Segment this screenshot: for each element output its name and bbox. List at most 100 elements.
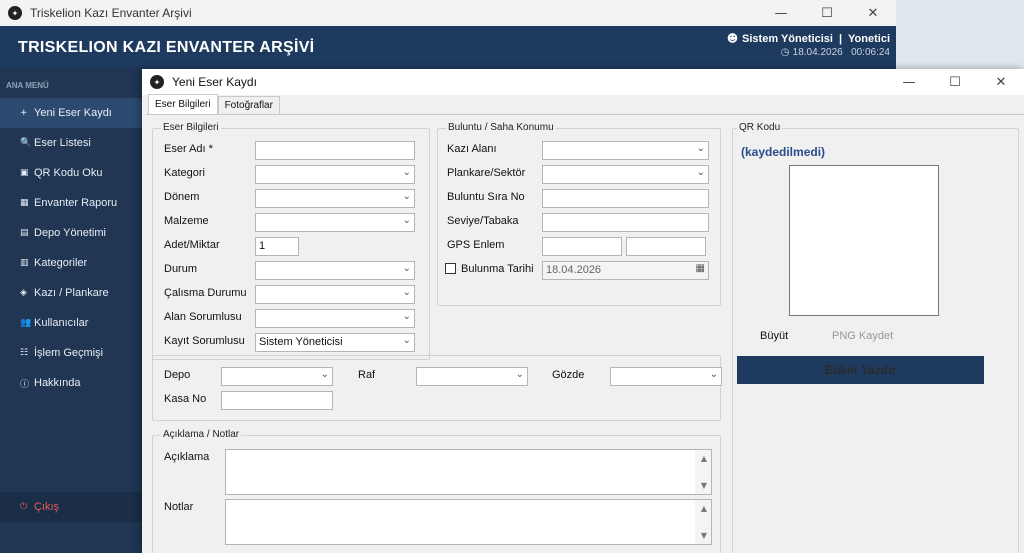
sidebar-item-label: Hakkında xyxy=(34,377,81,389)
sidebar-item-label: Envanter Raporu xyxy=(34,197,118,209)
sidebar-item-label: Kategoriler xyxy=(34,257,88,269)
chevron-down-icon: ⌄ xyxy=(402,215,411,226)
label-kasa-no: Kasa No xyxy=(164,393,207,405)
minimize-icon[interactable]: — xyxy=(758,0,804,26)
label-adet: Adet/Miktar xyxy=(164,239,220,251)
notlar-textarea[interactable]: ▲ ▼ xyxy=(225,499,712,545)
kasa-no-input[interactable] xyxy=(221,391,333,410)
sidebar-item-qr[interactable]: ▣ QR Kodu Oku xyxy=(0,158,142,188)
plus-icon: + xyxy=(20,108,28,118)
sidebar-item-list[interactable]: 🔍 Eser Listesi xyxy=(0,128,142,158)
users-icon: 👥 xyxy=(20,318,32,328)
date-value: 18.04.2026 xyxy=(546,264,602,276)
new-record-dialog: ✦ Yeni Eser Kaydı — ☐ ✕ Eser Bilgileri F… xyxy=(142,69,1024,553)
gozde-select[interactable]: ⌄ xyxy=(610,367,722,386)
scroll-up-icon[interactable]: ▲ xyxy=(701,454,707,463)
sidebar-item-label: Kullanıcılar xyxy=(34,317,89,329)
label-notlar: Notlar xyxy=(164,501,194,513)
label-depo: Depo xyxy=(164,369,191,381)
scrollbar[interactable]: ▲ ▼ xyxy=(695,500,711,544)
sidebar-item-categories[interactable]: ▥ Kategoriler xyxy=(0,248,142,278)
chevron-down-icon: ⌄ xyxy=(402,311,411,322)
calendar-icon: ▦ xyxy=(695,263,705,274)
group-label: QR Kodu xyxy=(737,122,783,133)
kayit-sorumlusu-value: Sistem Yöneticisi xyxy=(259,336,343,348)
app-logo-icon: ✦ xyxy=(8,6,22,20)
maximize-icon[interactable]: ☐ xyxy=(804,0,850,26)
donem-select[interactable]: ⌄ xyxy=(255,189,415,208)
eser-adi-input[interactable] xyxy=(255,141,415,160)
user-info: ☻ Sistem Yöneticisi | Yonetici xyxy=(727,32,890,45)
tab-eser-bilgileri[interactable]: Eser Bilgileri xyxy=(148,94,218,114)
group-label: Açıklama / Notlar xyxy=(161,429,242,440)
close-icon[interactable]: ✕ xyxy=(850,0,896,26)
storage-icon: ▤ xyxy=(20,228,29,238)
time-text: 00:06:24 xyxy=(851,47,890,58)
aciklama-textarea[interactable]: ▲ ▼ xyxy=(225,449,712,495)
dialog-maximize-icon[interactable]: ☐ xyxy=(932,69,978,95)
dialog-logo-icon: ✦ xyxy=(150,75,164,89)
sidebar-item-users[interactable]: 👥 Kullanıcılar xyxy=(0,308,142,338)
sidebar-item-label: QR Kodu Oku xyxy=(34,167,103,179)
group-label: Buluntu / Saha Konumu xyxy=(446,122,556,133)
scroll-up-icon[interactable]: ▲ xyxy=(701,504,707,513)
plankare-select[interactable]: ⌄ xyxy=(542,165,709,184)
chevron-down-icon: ⌄ xyxy=(402,335,411,346)
durum-select[interactable]: ⌄ xyxy=(255,261,415,280)
label-raf: Raf xyxy=(358,369,376,381)
label-calisma: Çalısma Durumu xyxy=(164,287,247,299)
group-label: Eser Bilgileri xyxy=(161,122,221,133)
depo-group xyxy=(152,355,721,421)
sidebar-item-history[interactable]: ☷ İşlem Geçmişi xyxy=(0,338,142,368)
sidebar-item-new-record[interactable]: + Yeni Eser Kaydı xyxy=(0,98,142,128)
sidebar-item-storage[interactable]: ▤ Depo Yönetimi xyxy=(0,218,142,248)
chevron-down-icon: ⌄ xyxy=(515,369,524,380)
scroll-down-icon[interactable]: ▼ xyxy=(701,481,707,490)
chevron-down-icon: ⌄ xyxy=(696,143,705,154)
scroll-down-icon[interactable]: ▼ xyxy=(701,531,707,540)
print-label-button[interactable]: Etiket Yazdır xyxy=(737,356,984,384)
kayit-sorumlusu-select[interactable]: Sistem Yöneticisi ⌄ xyxy=(255,333,415,352)
scrollbar[interactable]: ▲ ▼ xyxy=(695,450,711,494)
label-kazi-alani: Kazı Alanı xyxy=(447,143,497,155)
bulunma-tarihi-picker[interactable]: 18.04.2026 ▦ xyxy=(542,261,709,280)
qr-icon: ▣ xyxy=(20,168,29,178)
buyut-button[interactable]: Büyüt xyxy=(760,330,788,342)
calisma-select[interactable]: ⌄ xyxy=(255,285,415,304)
label-bulunma-tarihi: Bulunma Tarihi xyxy=(461,263,534,275)
app-header: TRISKELION KAZI ENVANTER ARŞİVİ ☻ Sistem… xyxy=(0,26,896,68)
label-plankare: Plankare/Sektör xyxy=(447,167,526,179)
bulunma-tarihi-checkbox[interactable] xyxy=(445,263,456,274)
label-kategori: Kategori xyxy=(164,167,205,179)
sidebar-item-excavation[interactable]: ◈ Kazı / Plankare xyxy=(0,278,142,308)
dialog-close-icon[interactable]: ✕ xyxy=(978,69,1024,95)
chevron-down-icon: ⌄ xyxy=(402,191,411,202)
category-icon: ▥ xyxy=(20,258,29,268)
sidebar-item-label: Yeni Eser Kaydı xyxy=(34,107,112,119)
dialog-minimize-icon[interactable]: — xyxy=(886,69,932,95)
label-gozde: Gözde xyxy=(552,369,585,381)
qr-status: (kaydedilmedi) xyxy=(741,145,826,159)
png-save-button[interactable]: PNG Kaydet xyxy=(832,330,893,342)
clock-icon: ◷ xyxy=(780,47,793,58)
sidebar-item-about[interactable]: ⓘ Hakkında xyxy=(0,368,142,398)
gps-lat-input[interactable] xyxy=(542,237,622,256)
raf-select[interactable]: ⌄ xyxy=(416,367,528,386)
report-icon: ▦ xyxy=(20,198,29,208)
tab-fotograflar[interactable]: Fotoğraflar xyxy=(217,96,280,114)
kazi-alani-select[interactable]: ⌄ xyxy=(542,141,709,160)
depo-select[interactable]: ⌄ xyxy=(221,367,333,386)
kategori-select[interactable]: ⌄ xyxy=(255,165,415,184)
sira-no-input[interactable] xyxy=(542,189,709,208)
info-icon: ⓘ xyxy=(20,379,30,390)
datetime: ◷ 18.04.2026 00:06:24 xyxy=(781,47,890,58)
adet-input[interactable]: 1 xyxy=(255,237,299,256)
malzeme-select[interactable]: ⌄ xyxy=(255,213,415,232)
seviye-input[interactable] xyxy=(542,213,709,232)
alan-sorumlusu-select[interactable]: ⌄ xyxy=(255,309,415,328)
chevron-down-icon: ⌄ xyxy=(402,287,411,298)
label-aciklama: Açıklama xyxy=(164,451,210,463)
gps-lon-input[interactable] xyxy=(626,237,706,256)
sidebar-item-report[interactable]: ▦ Envanter Raporu xyxy=(0,188,142,218)
sidebar-item-exit[interactable]: ⏻ Çıkış xyxy=(0,492,142,522)
